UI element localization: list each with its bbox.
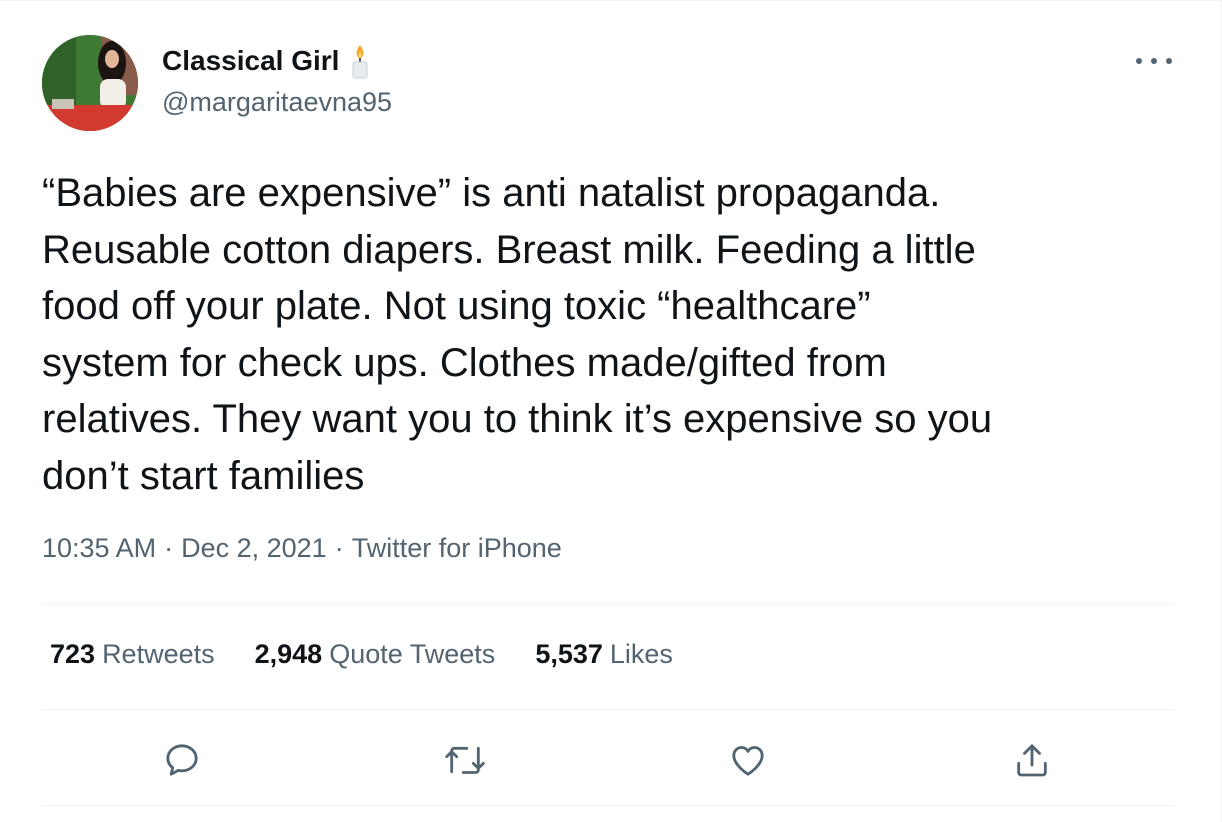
tweet-time[interactable]: 10:35 AM	[42, 533, 156, 563]
more-dot	[1136, 58, 1142, 64]
avatar[interactable]	[42, 35, 138, 131]
more-dot	[1166, 58, 1172, 64]
share-icon	[1017, 744, 1047, 777]
retweet-icon	[445, 746, 485, 774]
quote-tweets-count: 2,948	[254, 639, 323, 669]
display-name[interactable]: Classical Girl	[162, 45, 339, 77]
retweets-label: Retweets	[102, 639, 215, 669]
quote-tweets-stat[interactable]: 2,948 Quote Tweets	[255, 639, 496, 670]
more-icon[interactable]	[1136, 49, 1172, 73]
quote-tweets-label: Quote Tweets	[329, 639, 496, 669]
display-name-row[interactable]: Classical Girl	[162, 43, 373, 79]
retweets-count: 723	[50, 639, 96, 669]
heart-icon	[732, 746, 764, 776]
avatar-photo	[42, 35, 138, 131]
meta-separator: ·	[334, 533, 344, 563]
divider	[42, 603, 1174, 604]
tweet-date[interactable]: Dec 2, 2021	[181, 533, 327, 563]
likes-count: 5,537	[535, 639, 603, 669]
tweet-stats: 723 Retweets 2,948 Quote Tweets 5,537 Likes	[50, 639, 673, 670]
divider	[42, 709, 1174, 710]
tweet-card: Classical Girl @margaritaevna95 “Babies …	[0, 0, 1222, 822]
divider	[42, 805, 1174, 806]
tweet-source[interactable]: Twitter for iPhone	[352, 533, 562, 563]
candle-icon	[347, 43, 373, 79]
tweet-text: “Babies are expensive” is anti natalist …	[42, 171, 993, 498]
meta-separator: ·	[164, 533, 174, 563]
likes-label: Likes	[609, 639, 673, 669]
retweets-stat[interactable]: 723 Retweets	[50, 639, 215, 670]
reply-icon	[166, 744, 198, 776]
tweet-meta: 10:35 AM · Dec 2, 2021 · Twitter for iPhone	[42, 533, 562, 564]
reply-button[interactable]	[158, 736, 206, 784]
retweet-button[interactable]	[441, 736, 489, 784]
more-dot	[1151, 58, 1157, 64]
likes-stat[interactable]: 5,537 Likes	[535, 639, 673, 670]
user-handle[interactable]: @margaritaevna95	[162, 87, 392, 118]
share-button[interactable]	[1008, 736, 1056, 784]
like-button[interactable]	[724, 736, 772, 784]
